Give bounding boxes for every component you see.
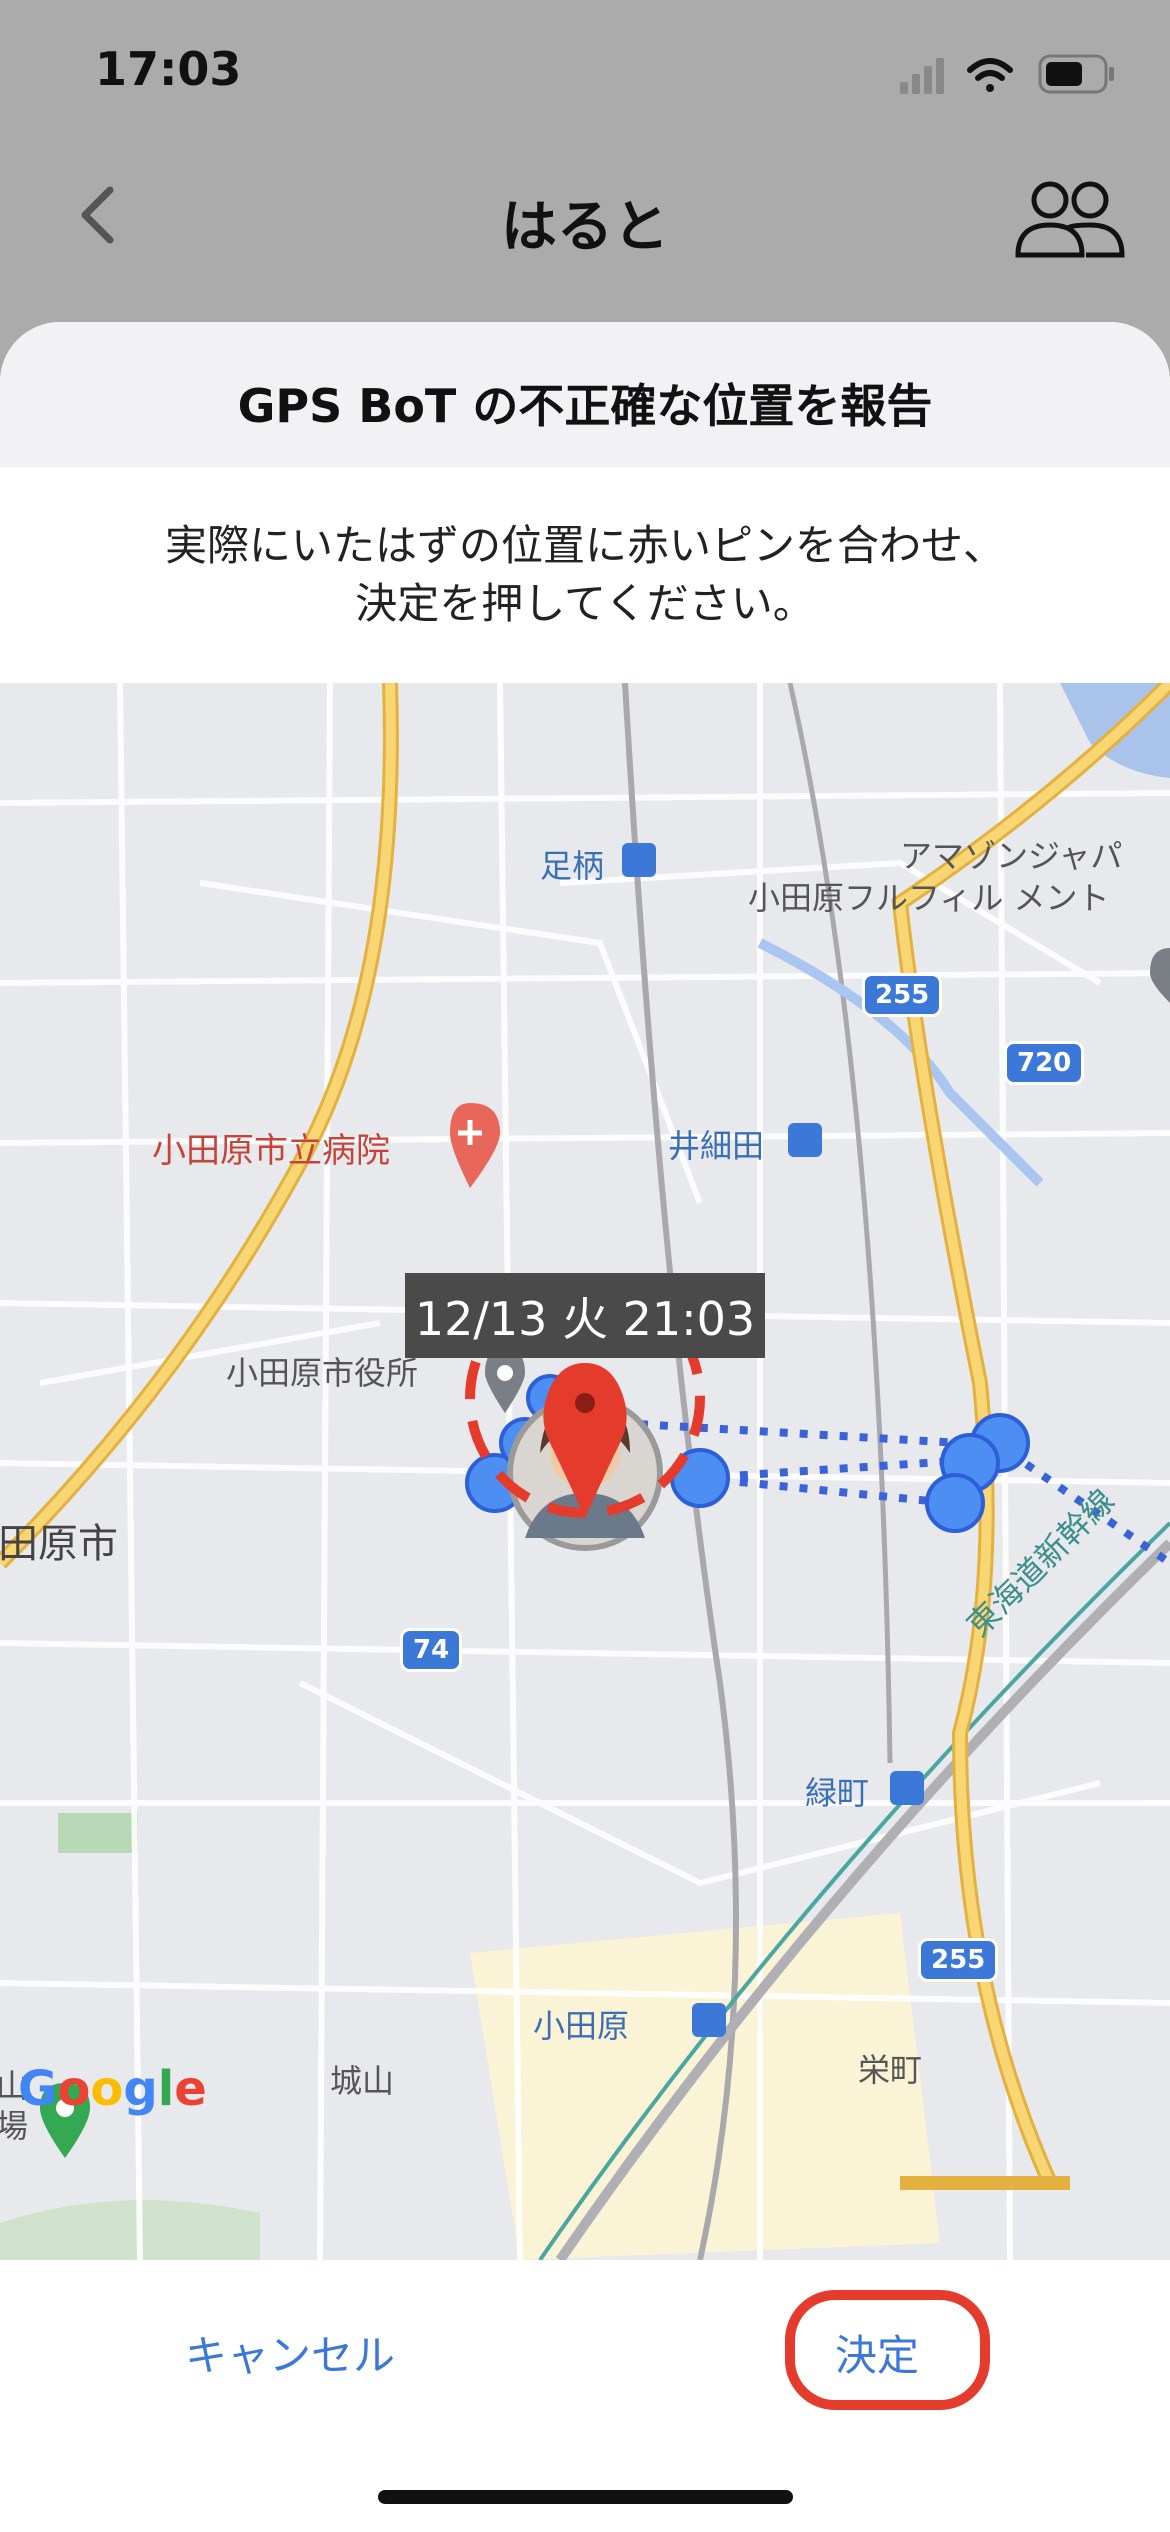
map-label-shiroyama: 城山 [330,2062,395,2100]
group-icon[interactable] [1010,170,1130,270]
nav-bar: はると [0,150,1170,280]
map-label-sakaecho: 栄町 [858,2051,923,2089]
map-label-city-hall: 小田原市役所 [226,1354,419,1392]
road-shield: 720 [1004,1041,1085,1085]
map-label-ashigara: 足柄 [540,847,605,885]
confirm-button[interactable]: 決定 [835,2322,919,2383]
signal-icon [900,58,944,94]
sheet-title: GPS BoT の不正確な位置を報告 [237,379,933,433]
map-label-isaida: 井細田 [668,1127,765,1165]
sheet-header: GPS BoT の不正確な位置を報告 [0,322,1170,467]
map-label-amazon: アマゾンジャパ [900,837,1123,875]
battery-icon [1038,54,1114,94]
map-label-midoricho: 緑町 [805,1774,870,1812]
map-label-hospital: 小田原市立病院 [152,1131,390,1171]
cancel-button[interactable]: キャンセル [185,2322,395,2383]
map-label-city: 田原市 [0,1521,118,1567]
location-timestamp-tooltip: 12/13 火 21:03 [405,1273,765,1358]
google-logo: Google [18,2061,207,2117]
wifi-icon [967,58,1013,92]
instructions: 実際にいたはずの位置に赤いピンを合わせ、 決定を押してください。 [0,517,1170,633]
hospital-icon [450,1103,500,1188]
home-indicator [378,2490,793,2504]
status-icons [900,54,1114,94]
map-view[interactable]: 足柄 アマゾンジャパ 小田原フルフィル メント 小田原市立病院 井細田 小田原市… [0,683,1170,2260]
status-bar: 17:03 [0,0,1170,150]
instruction-line-2: 決定を押してください。 [355,579,815,628]
map-label-odawara: 小田原 [533,2007,630,2045]
road-shield: 255 [918,1938,999,1982]
page-title: はると [501,195,669,260]
instruction-line-1: 実際にいたはずの位置に赤いピンを合わせ、 [164,521,1005,570]
road-shield: 74 [400,1628,463,1672]
road-shield: 255 [862,973,943,1017]
status-time: 17:03 [95,42,242,96]
map-label-fulfillment: 小田原フルフィル メント [748,879,1110,917]
